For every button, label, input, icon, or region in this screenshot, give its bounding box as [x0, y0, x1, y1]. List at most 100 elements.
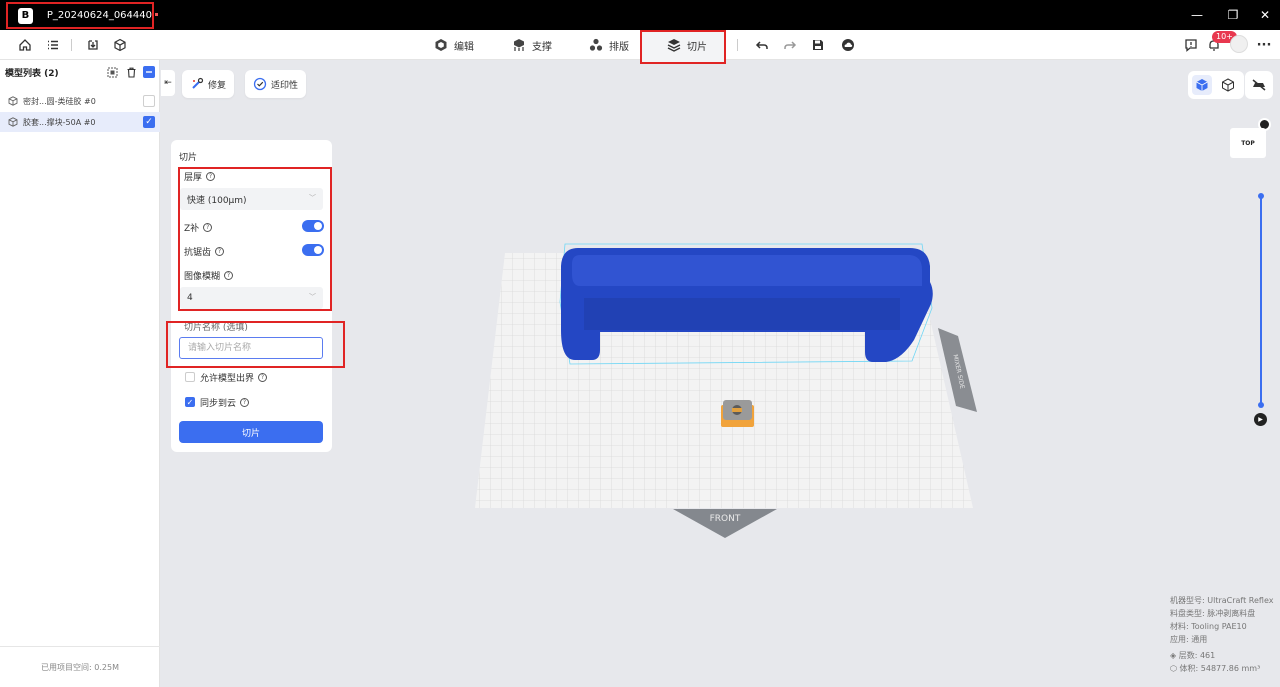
highlight-box-settings — [178, 167, 332, 311]
volume-value: 54877.86 mm³ — [1200, 664, 1261, 673]
sync-cloud-checkbox[interactable]: ✓ — [185, 397, 195, 407]
play-icon[interactable]: ▶ — [1254, 413, 1267, 426]
cloud-icon[interactable] — [836, 30, 860, 60]
application-label: 应用: — [1170, 635, 1189, 644]
help-icon[interactable]: ? — [258, 373, 268, 382]
printability-icon — [253, 77, 267, 91]
tray-label: 料盘类型: — [1170, 609, 1205, 618]
more-menu-button[interactable]: ··· — [1252, 30, 1276, 60]
layers-value: 461 — [1199, 651, 1216, 660]
layer-slider-top-handle[interactable] — [1258, 193, 1264, 199]
minimize-button[interactable]: — — [1180, 0, 1214, 30]
app-logo: B — [18, 7, 33, 24]
layout-icon — [589, 38, 603, 52]
toolbar-divider — [71, 39, 72, 51]
tab-slice-label: 切片 — [687, 41, 707, 53]
view-mode-group — [1188, 71, 1244, 99]
main-toolbar: 编辑 支撑 排版 切片 — [0, 30, 1280, 64]
model-list-title: 模型列表 (2) — [5, 69, 59, 79]
slice-panel-title: 切片 — [179, 153, 198, 163]
material-info: 材料: Tooling PAE10 — [1170, 621, 1247, 632]
project-space-usage: 已用项目空间: 0.25M — [0, 646, 160, 687]
application-info: 应用: 通用 — [1170, 634, 1207, 645]
undo-icon[interactable] — [750, 30, 774, 60]
model-cube-icon — [8, 96, 18, 106]
cube-add-icon[interactable] — [108, 30, 132, 60]
maximize-button[interactable]: ❐ — [1216, 0, 1250, 30]
solid-cube-icon — [1196, 79, 1208, 91]
tab-edit[interactable]: 编辑 — [434, 30, 474, 60]
tab-slice[interactable]: 切片 — [667, 30, 707, 60]
printability-label: 适印性 — [271, 80, 299, 91]
tab-support-label: 支撑 — [532, 41, 552, 53]
avatar[interactable] — [1230, 35, 1248, 53]
highlight-box-slice-name — [166, 321, 345, 368]
support-icon — [512, 38, 526, 52]
solid-view-button[interactable] — [1192, 75, 1212, 95]
layer-slider-bottom-handle[interactable] — [1258, 402, 1264, 408]
printability-button[interactable]: 适印性 — [245, 70, 307, 98]
navigation-cube[interactable]: TOP — [1230, 128, 1266, 158]
list-item[interactable]: 胶套...撑块-50A #0 ✓ — [0, 112, 160, 132]
volume-label: 体积: — [1179, 664, 1199, 673]
sidebar-collapse-button[interactable]: ⇤ — [161, 70, 175, 96]
machine-value: UltraCraft Reflex — [1207, 596, 1274, 605]
tab-layout[interactable]: 排版 — [589, 30, 629, 60]
wireframe-cube-icon — [1222, 78, 1234, 92]
volume-info: ⬡ 体积: 54877.86 mm³ — [1170, 663, 1260, 674]
help-icon[interactable]: ? — [240, 398, 250, 407]
close-button[interactable]: ✕ — [1248, 0, 1280, 30]
allow-out-of-bounds-checkbox[interactable] — [185, 372, 195, 382]
machine-info: 机器型号: UltraCraft Reflex — [1170, 595, 1273, 606]
collapse-all-button[interactable] — [143, 66, 155, 78]
layers-icon: ◈ — [1170, 651, 1177, 660]
model-visibility-checkbox[interactable] — [143, 95, 155, 107]
blue-model-inner-wall — [584, 298, 900, 330]
hide-plate-button[interactable] — [1245, 71, 1273, 99]
slice-button[interactable]: 切片 — [179, 421, 323, 443]
tab-support[interactable]: 支撑 — [512, 30, 552, 60]
repair-label: 修复 — [208, 80, 227, 91]
layer-slider-track[interactable] — [1260, 196, 1262, 406]
home-icon[interactable] — [13, 30, 37, 60]
select-all-icon[interactable] — [106, 66, 118, 78]
allow-out-of-bounds-text: 允许模型出界 — [200, 374, 255, 384]
model-name: 胶套...撑块-50A #0 — [23, 117, 96, 127]
model-cube-icon — [8, 117, 18, 127]
repair-icon — [190, 77, 204, 91]
application-value: 通用 — [1191, 635, 1208, 644]
tab-edit-label: 编辑 — [454, 41, 474, 53]
save-icon[interactable] — [806, 30, 830, 60]
edit-icon — [434, 38, 448, 52]
redo-icon[interactable] — [778, 30, 802, 60]
layers-info: ◈ 层数: 461 — [1170, 650, 1215, 661]
delete-icon[interactable] — [125, 66, 137, 78]
repair-button[interactable]: 修复 — [182, 70, 235, 98]
import-icon[interactable] — [81, 30, 105, 60]
window-title: P_20240624_064440 — [46, 10, 152, 21]
title-bar: B P_20240624_064440 — ❐ ✕ — [0, 0, 1280, 30]
model-visibility-checkbox[interactable]: ✓ — [143, 116, 155, 128]
status-dot — [155, 13, 158, 16]
model-name: 密封...圆-类硅胶 #0 — [23, 96, 96, 106]
window-title-area: B P_20240624_064440 — [6, 2, 154, 29]
model-list-sidebar: 模型列表 (2) 密封...圆-类硅胶 #0 胶套...撑块-50A #0 ✓ … — [0, 60, 160, 687]
sync-cloud-label: 同步到云? — [200, 396, 250, 409]
orange-model-highlight — [732, 408, 742, 412]
front-label: FRONT — [710, 514, 741, 524]
list-icon[interactable] — [41, 30, 65, 60]
tab-layout-label: 排版 — [609, 41, 629, 53]
toolbar-divider — [737, 39, 738, 51]
tray-info: 料盘类型: 脉冲剥离料盘 — [1170, 608, 1255, 619]
feedback-icon[interactable] — [1179, 30, 1203, 60]
wireframe-view-button[interactable] — [1218, 75, 1238, 95]
slice-icon — [667, 38, 681, 52]
tray-value: 脉冲剥离料盘 — [1207, 609, 1256, 618]
layers-label: 层数: — [1178, 651, 1198, 660]
list-item[interactable]: 密封...圆-类硅胶 #0 — [0, 91, 160, 111]
allow-out-of-bounds-label: 允许模型出界? — [200, 371, 268, 384]
volume-icon: ⬡ — [1170, 664, 1177, 673]
hide-plate-icon — [1252, 79, 1266, 91]
material-value: Tooling PAE10 — [1191, 622, 1247, 631]
sync-cloud-text: 同步到云 — [200, 399, 237, 409]
